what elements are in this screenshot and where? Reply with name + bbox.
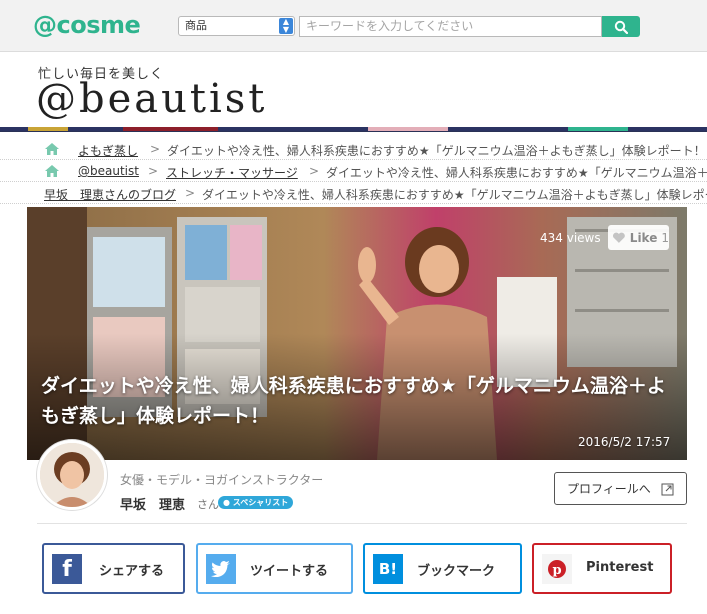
article-date: 2016/5/2 17:57 — [578, 435, 671, 449]
avatar-photo — [40, 443, 104, 507]
breadcrumb-separator: > — [148, 164, 159, 178]
breadcrumb-link-beautist[interactable]: @beautist — [78, 164, 139, 178]
like-button[interactable]: Like 1 — [608, 225, 669, 250]
svg-text:p: p — [552, 563, 561, 578]
cosme-logo[interactable]: @cosme — [33, 11, 141, 39]
author-name[interactable]: 早坂 理恵 — [120, 494, 185, 513]
facebook-share-label: シェアする — [99, 564, 165, 579]
breadcrumb-current: ダイエットや冷え性、婦人科系疾患におすすめ★「ゲルマニウム温浴＋よもぎ蒸し」体験… — [202, 188, 707, 202]
facebook-icon: f — [52, 554, 82, 584]
profile-button-label: プロフィールへ — [567, 482, 651, 496]
profile-button[interactable]: プロフィールへ — [554, 472, 687, 505]
external-link-icon — [661, 483, 674, 496]
specialist-badge: ● スペシャリスト — [218, 496, 294, 509]
breadcrumb-current: ダイエットや冷え性、婦人科系疾患におすすめ★「ゲルマニウム温浴＋よもぎ蒸し」体験… — [167, 144, 706, 158]
article-title: ダイエットや冷え性、婦人科系疾患におすすめ★「ゲルマニウム温浴＋よもぎ蒸し」体験… — [41, 375, 666, 427]
search-input[interactable]: キーワードを入力してください — [299, 16, 602, 37]
pinterest-icon: p — [542, 554, 572, 584]
pinterest-share-label: Pinterest — [586, 560, 654, 575]
author-role: 女優・モデル・ヨガインストラクター — [120, 473, 324, 487]
breadcrumb-separator: > — [150, 142, 161, 156]
breadcrumb-separator: > — [309, 164, 320, 178]
twitter-icon — [206, 554, 236, 584]
view-count: 434 views — [540, 231, 601, 245]
beautist-logo[interactable]: @beautist — [36, 76, 267, 122]
breadcrumb: よもぎ蒸し > ダイエットや冷え性、婦人科系疾患におすすめ★「ゲルマニウム温浴＋… — [0, 138, 707, 160]
breadcrumb-link-blog[interactable]: 早坂 理恵さんのブログ — [44, 186, 176, 203]
hatena-bookmark-button[interactable]: B! ブックマーク — [363, 543, 522, 594]
heart-icon — [612, 232, 625, 243]
specialist-badge-label: スペシャリスト — [232, 498, 289, 507]
twitter-share-button[interactable]: ツイートする — [196, 543, 353, 594]
twitter-share-label: ツイートする — [250, 564, 329, 579]
home-icon[interactable] — [44, 142, 60, 156]
breadcrumb-separator: > — [185, 186, 196, 200]
breadcrumb-link-yomogi[interactable]: よもぎ蒸し — [78, 142, 138, 159]
article-hero[interactable]: 434 views Like 1 ダイエットや冷え性、婦人科系疾患におすすめ★「… — [27, 207, 687, 460]
breadcrumb-current: ダイエットや冷え性、婦人科系疾患におすすめ★「ゲルマニウム温浴＋よもぎ蒸し」体験… — [326, 166, 707, 180]
home-icon[interactable] — [44, 164, 60, 178]
hatena-icon: B! — [373, 554, 403, 584]
user-icon: ● — [223, 498, 230, 507]
like-label: Like — [629, 230, 658, 245]
pinterest-share-button[interactable]: p Pinterest — [532, 543, 672, 594]
select-arrows-icon: ▲ ▼ — [279, 18, 293, 34]
divider — [37, 523, 687, 524]
facebook-share-button[interactable]: f シェアする — [42, 543, 185, 594]
top-bar: @cosme 商品 ▲ ▼ キーワードを入力してください — [0, 0, 707, 52]
breadcrumb: @beautist > ストレッチ・マッサージ > ダイエットや冷え性、婦人科系… — [0, 160, 707, 182]
category-select-value: 商品 — [185, 19, 207, 32]
author-honorific: さん — [197, 498, 219, 511]
breadcrumb-link-stretch[interactable]: ストレッチ・マッサージ — [166, 164, 298, 181]
like-count: 1 — [661, 230, 669, 245]
hatena-bookmark-label: ブックマーク — [417, 564, 496, 579]
author-avatar[interactable] — [37, 440, 107, 510]
breadcrumb: 早坂 理恵さんのブログ > ダイエットや冷え性、婦人科系疾患におすすめ★「ゲルマ… — [0, 182, 707, 204]
search-icon — [614, 20, 628, 34]
category-select[interactable]: 商品 ▲ ▼ — [178, 16, 295, 36]
header-rule — [0, 131, 707, 132]
search-button[interactable] — [602, 16, 640, 37]
